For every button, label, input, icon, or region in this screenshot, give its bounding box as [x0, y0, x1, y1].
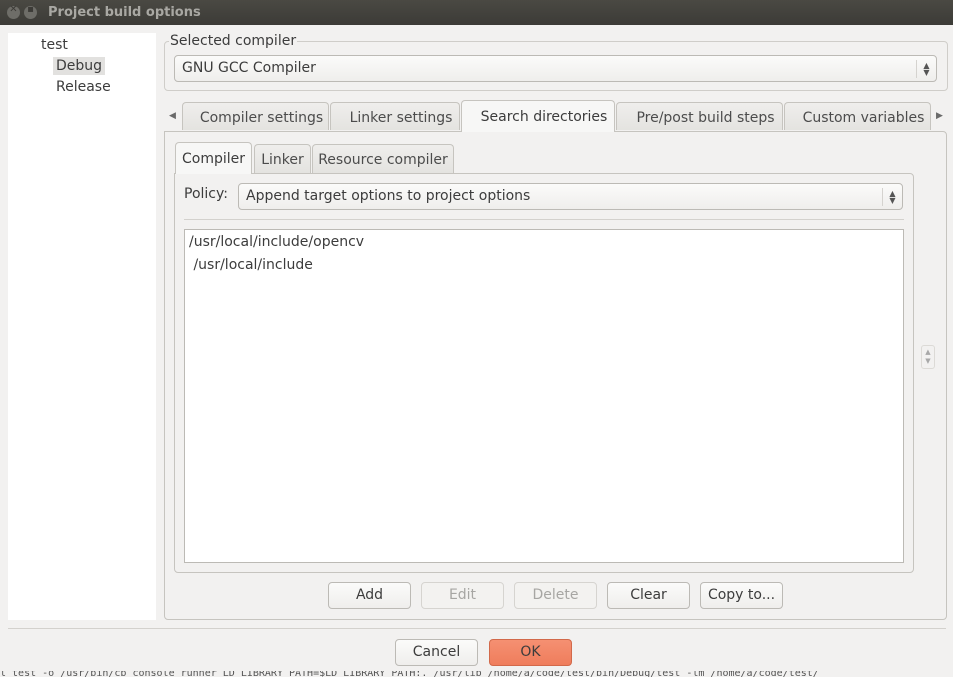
delete-button[interactable]: Delete — [514, 582, 597, 609]
tab-custom-variables[interactable]: Custom variables — [784, 102, 931, 130]
subtab-resource-compiler[interactable]: Resource compiler — [312, 144, 454, 173]
compiler-group-label: Selected compiler — [169, 33, 298, 49]
separator — [8, 628, 946, 629]
policy-select[interactable]: Append target options to project options… — [238, 183, 903, 210]
tab-compiler-settings[interactable]: Compiler settings — [182, 102, 329, 130]
close-icon: ✕ — [9, 4, 18, 15]
policy-select-value: Append target options to project options — [246, 188, 531, 204]
updown-icon: ▲ ▼ — [925, 348, 931, 365]
copy-to-button[interactable]: Copy to... — [700, 582, 783, 609]
minimize-icon: ▪ — [27, 4, 34, 15]
directory-list[interactable]: /usr/local/include/opencv /usr/local/inc… — [184, 229, 904, 563]
tree-item-project[interactable]: test — [38, 36, 71, 54]
updown-icon: ▲ ▼ — [916, 60, 936, 78]
compiler-select[interactable]: GNU GCC Compiler ▲ ▼ — [174, 55, 937, 82]
list-item[interactable]: /usr/local/include — [189, 257, 312, 273]
tree-item-release[interactable]: Release — [53, 78, 114, 96]
minimize-button[interactable]: ▪ — [24, 4, 37, 19]
spin-button[interactable]: ▲ ▼ — [921, 345, 935, 369]
subtab-linker[interactable]: Linker — [254, 144, 311, 173]
ok-button[interactable]: OK — [489, 639, 572, 666]
tab-scroll-right-icon[interactable]: ▶ — [936, 111, 943, 121]
subtab-compiler[interactable]: Compiler — [175, 142, 252, 174]
updown-icon: ▲ ▼ — [882, 188, 902, 206]
tab-linker-settings[interactable]: Linker settings — [330, 102, 460, 130]
target-tree[interactable]: test Debug Release — [8, 33, 156, 620]
separator — [184, 219, 904, 220]
policy-label: Policy: — [184, 186, 228, 202]
tab-label: Compiler settings — [199, 110, 324, 126]
cancel-button[interactable]: Cancel — [395, 639, 478, 666]
edit-button[interactable]: Edit — [421, 582, 504, 609]
list-item[interactable]: /usr/local/include/opencv — [189, 234, 364, 250]
tab-label: Pre/post build steps — [636, 110, 775, 126]
tab-label: Search directories — [480, 109, 608, 125]
background-terminal-text: l test -o /usr/bin/cb_console_runner LD_… — [0, 671, 819, 677]
tab-label: Custom variables — [802, 110, 925, 126]
tab-label: Linker settings — [349, 110, 453, 126]
title-bar: ✕ ▪ Project build options — [0, 0, 953, 25]
window-title: Project build options — [48, 5, 201, 20]
clear-button[interactable]: Clear — [607, 582, 690, 609]
add-button[interactable]: Add — [328, 582, 411, 609]
tab-scroll-left-icon[interactable]: ◀ — [169, 111, 176, 121]
compiler-select-value: GNU GCC Compiler — [182, 60, 316, 76]
tab-pre-post-build-steps[interactable]: Pre/post build steps — [616, 102, 783, 130]
tree-item-debug[interactable]: Debug — [53, 57, 106, 75]
tab-search-directories[interactable]: Search directories — [461, 100, 615, 132]
close-button[interactable]: ✕ — [7, 4, 20, 19]
